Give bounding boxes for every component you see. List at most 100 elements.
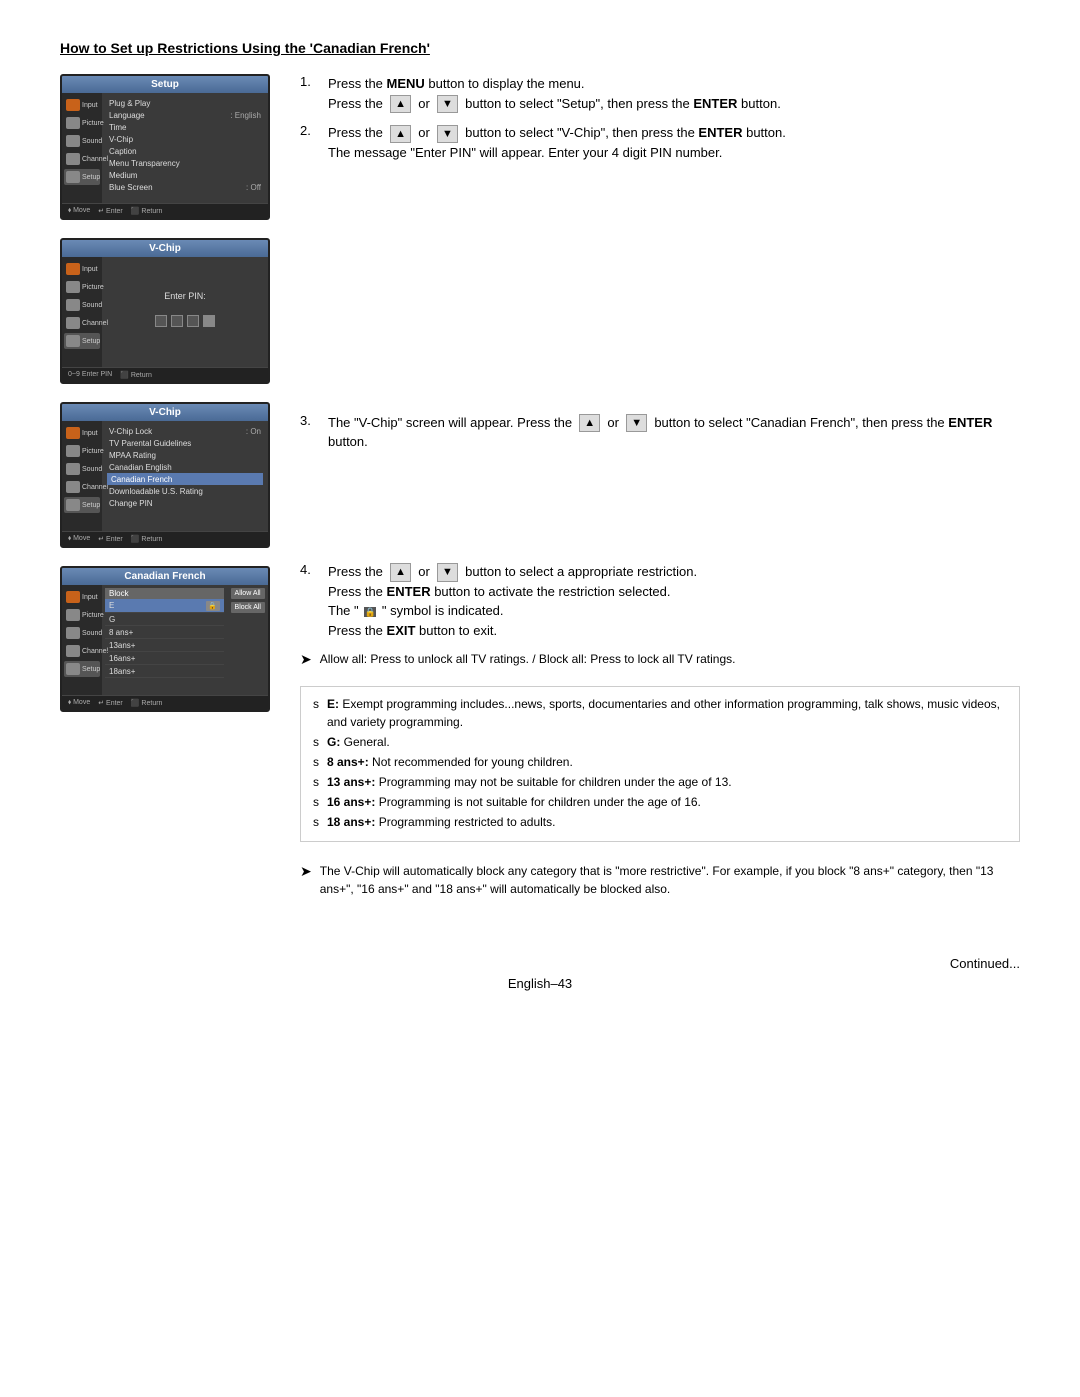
down-arrow-btn: ▼ xyxy=(437,95,458,114)
page-footer: Continued... xyxy=(60,946,1020,971)
step1-line1: Press the MENU button to display the men… xyxy=(328,74,781,94)
spacer-screen3 xyxy=(300,173,1020,413)
m3-can-english: Canadian English xyxy=(107,461,263,473)
s2-up-btn: ▲ xyxy=(390,125,411,144)
step4-line4: Press the EXIT button to exit. xyxy=(328,621,697,641)
sidebar-setup: Setup xyxy=(64,169,100,185)
screen2-title: V-Chip xyxy=(62,240,268,257)
s2-setup: Setup xyxy=(64,333,100,349)
screen4-title: Canadian French xyxy=(62,568,268,585)
step4-text: Press the ▲ or ▼ button to select a appr… xyxy=(328,562,697,640)
step1-text: Press the MENU button to display the men… xyxy=(328,74,781,113)
info-13: s 13 ans+: Programming may not be suitab… xyxy=(313,773,1007,791)
page-number: English–43 xyxy=(508,976,572,991)
lock-icon-e: 🔒 xyxy=(206,601,220,611)
s3-down-btn: ▼ xyxy=(626,414,647,433)
step2-line2: The message "Enter PIN" will appear. Ent… xyxy=(328,143,786,163)
screen2-content: Enter PIN: xyxy=(102,257,268,367)
picture-icon xyxy=(66,117,80,129)
menu-medium: Medium xyxy=(107,169,263,181)
sidebar-input: Input xyxy=(64,97,100,113)
cf-row-e: E 🔒 xyxy=(105,599,224,613)
step1-number: 1. xyxy=(300,74,320,89)
s2-channel: Channel xyxy=(64,315,100,331)
info-18: s 18 ans+: Programming restricted to adu… xyxy=(313,813,1007,831)
screen4-footer: ⬧ Move ↵ Enter ⬛ Return xyxy=(62,695,268,710)
s2-sound-icon xyxy=(66,299,80,311)
step4-line1: Press the ▲ or ▼ button to select a appr… xyxy=(328,562,697,582)
cf-row-13: 13ans+ xyxy=(105,639,224,652)
step2-number: 2. xyxy=(300,123,320,138)
m3-tv-parental: TV Parental Guidelines xyxy=(107,437,263,449)
s4-picture: Picture xyxy=(64,607,100,623)
m3-downloadable: Downloadable U.S. Rating xyxy=(107,485,263,497)
s4-sound-icon xyxy=(66,627,80,639)
lock-symbol: 🔒 xyxy=(364,607,376,617)
screen3-title: V-Chip xyxy=(62,404,268,421)
screen4-content: Block E 🔒 G 8 ans+ xyxy=(102,585,268,695)
cf-table-header: Block xyxy=(105,588,224,599)
screen1: Setup Input Picture Sound xyxy=(60,74,270,220)
s3-channel: Channel xyxy=(64,479,100,495)
m3-mpaa: MPAA Rating xyxy=(107,449,263,461)
step4-line3: The " 🔒 " symbol is indicated. xyxy=(328,601,697,621)
step2-text: Press the ▲ or ▼ button to select "V-Chi… xyxy=(328,123,786,162)
screen3-footer: ⬧ Move ↵ Enter ⬛ Return xyxy=(62,531,268,546)
screen4: Canadian French Input Picture Sound xyxy=(60,566,270,712)
step4-line2: Press the ENTER button to activate the r… xyxy=(328,582,697,602)
step3-number: 3. xyxy=(300,413,320,428)
sidebar-channel: Channel xyxy=(64,151,100,167)
s3-picture-icon xyxy=(66,445,80,457)
sidebar-sound: Sound xyxy=(64,133,100,149)
step4-number: 4. xyxy=(300,562,320,577)
m3-can-french: Canadian French xyxy=(107,473,263,485)
s2-picture: Picture xyxy=(64,279,100,295)
s3-input-icon xyxy=(66,427,80,439)
note2-block: ➤ The V-Chip will automatically block an… xyxy=(300,862,1020,898)
cf-row-16: 16ans+ xyxy=(105,652,224,665)
m3-vchiplock: V-Chip Lock : On xyxy=(107,425,263,437)
instructions-column: 1. Press the MENU button to display the … xyxy=(300,74,1020,906)
s3-up-btn: ▲ xyxy=(579,414,600,433)
block-all-button[interactable]: Block All xyxy=(231,602,265,613)
s2-down-btn: ▼ xyxy=(437,125,458,144)
screen3-sidebar: Input Picture Sound Channel xyxy=(62,421,102,531)
s4-picture-icon xyxy=(66,609,80,621)
pin-dot-3 xyxy=(187,315,199,327)
screen1-content: Plug & Play Language : English Time V-Ch… xyxy=(102,93,268,203)
step3-line1: The "V-Chip" screen will appear. Press t… xyxy=(328,413,1020,452)
s3-input: Input xyxy=(64,425,100,441)
note2-arrow: ➤ xyxy=(300,863,312,880)
cf-row-g: G xyxy=(105,613,224,626)
s3-sound-icon xyxy=(66,463,80,475)
s3-picture: Picture xyxy=(64,443,100,459)
s4-setup: Setup xyxy=(64,661,100,677)
s4-down-btn: ▼ xyxy=(437,563,458,582)
pin-dot-1 xyxy=(155,315,167,327)
sidebar-picture: Picture xyxy=(64,115,100,131)
menu-transparency: Menu Transparency xyxy=(107,157,263,169)
sound-icon xyxy=(66,135,80,147)
step1-line2: Press the ▲ or ▼ button to select "Setup… xyxy=(328,94,781,114)
step4-block: 4. Press the ▲ or ▼ button to select a a… xyxy=(300,562,1020,640)
screen2: V-Chip Input Picture Sound xyxy=(60,238,270,384)
input-icon xyxy=(66,99,80,111)
continued-text: Continued... xyxy=(950,956,1020,971)
page-number-area: English–43 xyxy=(60,975,1020,991)
allow-all-button[interactable]: Allow All xyxy=(231,588,265,599)
s2-picture-icon xyxy=(66,281,80,293)
s4-setup-icon xyxy=(66,663,80,675)
channel-icon xyxy=(66,153,80,165)
s4-up-btn: ▲ xyxy=(390,563,411,582)
up-arrow-btn: ▲ xyxy=(390,95,411,114)
s3-sound: Sound xyxy=(64,461,100,477)
screen1-sidebar: Input Picture Sound Channel xyxy=(62,93,102,203)
menu-caption: Caption xyxy=(107,145,263,157)
screen1-title: Setup xyxy=(62,76,268,93)
menu-language: Language : English xyxy=(107,109,263,121)
screen1-footer: ⬧ Move ↵ Enter ⬛ Return xyxy=(62,203,268,218)
menu-plug-play: Plug & Play xyxy=(107,97,263,109)
s4-input: Input xyxy=(64,589,100,605)
pin-dots xyxy=(155,315,215,327)
s2-setup-icon xyxy=(66,335,80,347)
